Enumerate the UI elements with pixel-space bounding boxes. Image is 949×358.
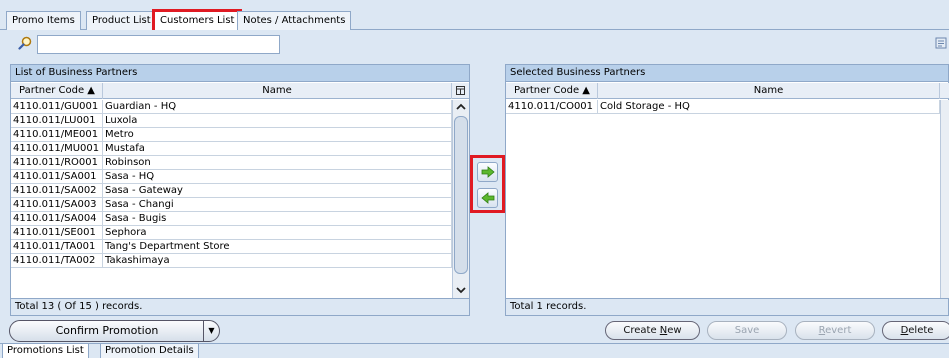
partner-name-cell: Luxola [103,114,452,128]
column-chooser-icon [456,86,465,95]
delete-label-rest: elete [908,325,934,336]
search-bar [0,30,949,58]
table-row[interactable]: 4110.011/MU001 Mustafa [11,142,452,156]
column-name[interactable]: Name [103,83,452,99]
records-footer: Total 1 records. [506,298,948,315]
scroll-down-icon[interactable] [456,286,466,294]
tab-customers-list[interactable]: Customers List [151,9,243,33]
partner-code-cell: 4110.011/MU001 [11,142,103,156]
partner-code-cell: 4110.011/SA004 [11,212,103,226]
partner-name-cell: Tang's Department Store [103,240,452,254]
table-row[interactable]: 4110.011/TA001 Tang's Department Store [11,240,452,254]
vertical-scrollbar[interactable] [452,100,469,298]
confirm-promotion-label: Confirm Promotion [55,324,159,337]
partner-name-cell: Metro [103,128,452,142]
partner-name-cell: Sasa - HQ [103,170,452,184]
grid-header: Partner Code ▲ Name [11,83,452,99]
delete-button[interactable]: Delete [882,321,949,340]
partner-name-cell: Sasa - Changi [103,198,452,212]
records-footer: Total 13 ( Of 15 ) records. [11,298,469,315]
partner-code-cell: 4110.011/TA001 [11,240,103,254]
revert-button[interactable]: Revert [795,321,875,340]
partner-code-cell: 4110.011/ME001 [11,128,103,142]
tab-promotions-list[interactable]: Promotions List [2,344,89,358]
tab-promo-items[interactable]: Promo Items [6,11,81,30]
save-button[interactable]: Save [707,321,787,340]
table-row[interactable]: 4110.011/SA003 Sasa - Changi [11,198,452,212]
partner-code-cell: 4110.011/LU001 [11,114,103,128]
selected-partners-panel: Selected Business Partners Partner Code … [505,64,949,316]
table-row[interactable]: 4110.011/SA002 Sasa - Gateway [11,184,452,198]
partner-code-cell: 4110.011/SE001 [11,226,103,240]
arrow-right-icon [481,166,495,178]
table-row[interactable]: 4110.011/SE001 Sephora [11,226,452,240]
chevron-down-icon[interactable]: ▼ [203,321,219,341]
partner-name-cell: Cold Storage - HQ [598,100,940,114]
tab-notes-attachments[interactable]: Notes / Attachments [237,11,352,30]
partner-name-cell: Sasa - Bugis [103,212,452,226]
partner-name-cell: Sasa - Gateway [103,184,452,198]
create-new-label-rest: ew [667,325,682,336]
bottom-tab-bar: Promotions List Promotion Details [0,343,949,358]
move-buttons-group [470,155,505,213]
partner-code-cell: 4110.011/SA002 [11,184,103,198]
partner-name-cell: Robinson [103,156,452,170]
partner-name-cell: Sephora [103,226,452,240]
partner-name-cell: Guardian - HQ [103,100,452,114]
table-row[interactable]: 4110.011/RO001 Robinson [11,156,452,170]
confirm-promotion-button[interactable]: Confirm Promotion ▼ [9,320,220,342]
revert-label-rest: evert [825,325,852,336]
partner-name-cell: Takashimaya [103,254,452,268]
column-partner-code[interactable]: Partner Code ▲ [11,83,103,99]
table-row[interactable]: 4110.011/CO001 Cold Storage - HQ [506,100,940,114]
panel-title: List of Business Partners [11,65,469,82]
top-tab-bar: Promo Items Product List Customers List … [0,0,949,33]
column-chooser[interactable] [452,83,469,99]
search-icon[interactable] [18,36,32,50]
scrollbar-thumb[interactable] [454,116,468,274]
grid-header: Partner Code ▲ Name [506,83,949,99]
partner-code-cell: 4110.011/GU001 [11,100,103,114]
business-partners-panel: List of Business Partners Partner Code ▲… [10,64,470,316]
tab-promotion-details[interactable]: Promotion Details [100,344,199,358]
table-row[interactable]: 4110.011/ME001 Metro [11,128,452,142]
table-row[interactable]: 4110.011/GU001 Guardian - HQ [11,100,452,114]
remove-from-selected-button[interactable] [477,188,498,208]
column-partner-code[interactable]: Partner Code ▲ [506,83,598,99]
table-row[interactable]: 4110.011/TA002 Takashimaya [11,254,452,268]
panel-title: Selected Business Partners [506,65,948,82]
tab-product-list[interactable]: Product List [86,11,157,30]
partner-code-cell: 4110.011/CO001 [506,100,598,114]
column-name[interactable]: Name [598,83,940,99]
search-input[interactable] [37,35,280,54]
partner-name-cell: Mustafa [103,142,452,156]
settings-icon[interactable] [935,37,947,49]
table-row[interactable]: 4110.011/LU001 Luxola [11,114,452,128]
scroll-up-icon[interactable] [456,103,466,111]
arrow-left-icon [480,192,494,204]
partner-code-cell: 4110.011/TA002 [11,254,103,268]
partner-code-cell: 4110.011/SA003 [11,198,103,212]
partner-code-cell: 4110.011/RO001 [11,156,103,170]
create-new-label: Create [623,325,660,336]
create-new-button[interactable]: Create New [605,321,700,340]
table-row[interactable]: 4110.011/SA001 Sasa - HQ [11,170,452,184]
add-to-selected-button[interactable] [477,162,498,182]
vertical-scrollbar[interactable] [940,100,949,298]
table-row[interactable]: 4110.011/SA004 Sasa - Bugis [11,212,452,226]
partner-code-cell: 4110.011/SA001 [11,170,103,184]
